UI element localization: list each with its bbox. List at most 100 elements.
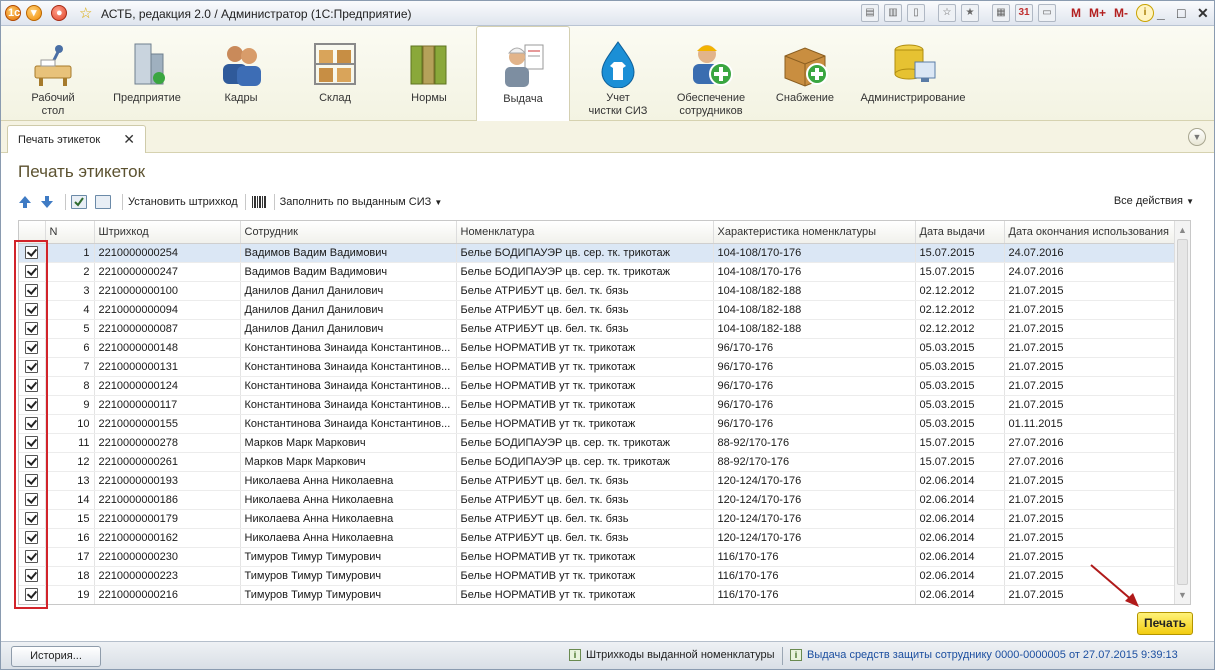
row-checkbox[interactable] [25,436,39,449]
close-window-icon[interactable]: ✕ [1197,6,1209,20]
calculator-icon[interactable]: ▦ [992,4,1010,22]
chevron-down-icon[interactable]: ▼ [1188,128,1206,146]
app-logo-icon[interactable]: 1c [5,5,21,21]
column-header-characteristic[interactable]: Характеристика номенклатуры [713,221,916,244]
table-row[interactable]: 11 2210000000278 Марков Марк Маркович Белье… [19,433,1176,453]
section-norms[interactable]: Нормы [385,26,473,121]
row-checkbox[interactable] [25,265,39,278]
column-header-barcode[interactable]: Штрихкод [94,221,241,244]
row-checkbox[interactable] [25,493,39,506]
table-row[interactable]: 7 2210000000131 Константинова Зинаида Конс… [19,357,1176,377]
check-all-button[interactable] [71,193,91,211]
section-issue[interactable]: Выдача [476,26,570,122]
print-button[interactable]: Печать [1137,612,1193,635]
table-row[interactable]: 8 2210000000124 Константинова Зинаида Конс… [19,376,1176,396]
row-checkbox[interactable] [25,341,39,354]
row-checkbox[interactable] [25,569,39,582]
section-enterprise[interactable]: Предприятие [103,26,191,121]
page-icon[interactable]: ▯ [907,4,925,22]
table-row[interactable]: 18 2210000000223 Тимуров Тимур Тимурович Бе… [19,566,1176,586]
row-checkbox[interactable] [25,284,39,297]
table-row[interactable]: 5 2210000000087 Данилов Данил Данилович Бел… [19,319,1176,339]
row-checkbox[interactable] [25,360,39,373]
close-app-icon[interactable]: ● [51,5,67,21]
section-desktop[interactable]: Рабочий стол [9,26,97,121]
row-checkbox[interactable] [25,588,39,601]
scroll-thumb[interactable] [1177,239,1188,585]
column-header-end-date[interactable]: Дата окончания использования [1004,221,1176,244]
section-provision[interactable]: Обеспечение сотрудников [667,26,755,121]
uncheck-all-button[interactable] [95,193,115,211]
row-checkbox[interactable] [25,246,39,259]
table-row[interactable]: 4 2210000000094 Данилов Данил Данилович Бел… [19,300,1176,320]
memory-m[interactable]: M [1071,4,1081,22]
favorites-star-icon[interactable]: ☆ [79,4,92,22]
section-cleaning[interactable]: Учет чистки СИЗ [574,26,662,121]
cell-characteristic: 116/170-176 [713,585,916,604]
column-header-employee[interactable]: Сотрудник [240,221,457,244]
row-checkbox[interactable] [25,531,39,544]
maximize-icon[interactable]: □ [1177,6,1185,20]
scroll-down-icon[interactable]: ▼ [1178,590,1187,600]
move-up-button[interactable] [18,193,36,211]
column-header-item[interactable]: Номенклатура [456,221,714,244]
move-down-button[interactable] [40,193,58,211]
table-row[interactable]: 9 2210000000117 Константинова Зинаида Конс… [19,395,1176,415]
section-supply[interactable]: Снабжение [761,26,849,121]
section-staff[interactable]: Кадры [197,26,285,121]
history-icon[interactable]: ★ [961,4,979,22]
column-header-issue-date[interactable]: Дата выдачи [915,221,1005,244]
fill-by-issued-button[interactable]: Заполнить по выданным СИЗ ▼ [280,193,443,211]
column-header-n[interactable]: N [45,221,95,244]
row-checkbox[interactable] [25,398,39,411]
close-tab-icon[interactable]: ✕ [123,131,135,148]
minimize-icon[interactable]: _ [1157,6,1165,20]
table-row[interactable]: 17 2210000000230 Тимуров Тимур Тимурович Бе… [19,547,1176,567]
vertical-scrollbar[interactable]: ▲ ▼ [1174,221,1190,604]
table-row[interactable]: 3 2210000000100 Данилов Данил Данилович Бел… [19,281,1176,301]
calendar-icon[interactable]: 31 [1015,4,1033,22]
table-row[interactable]: 10 2210000000155 Константинова Зинаида Кон… [19,414,1176,434]
table-row[interactable]: 1 2210000000254 Вадимов Вадим Вадимович Бел… [19,243,1176,263]
row-checkbox[interactable] [25,303,39,316]
row-checkbox[interactable] [25,474,39,487]
barcode-button[interactable] [251,193,267,211]
scroll-up-icon[interactable]: ▲ [1178,225,1187,235]
cell-issue-date: 02.06.2014 [915,585,1005,604]
section-warehouse[interactable]: Склад [291,26,379,121]
table-row[interactable]: 16 2210000000162 Николаева Анна Николаевна… [19,528,1176,548]
main-menu-icon[interactable]: ▾ [26,5,42,21]
cell-end-date: 24.07.2016 [1004,243,1176,263]
print-preview-icon[interactable]: ▥ [884,4,902,22]
status-link-barcodes[interactable]: i Штрихкоды выданной номенклатуры [569,649,775,661]
set-barcode-button[interactable]: Установить штрихкод [128,193,238,211]
table-row[interactable]: 15 2210000000179 Николаева Анна Николаевна… [19,509,1176,529]
table-row[interactable]: 19 2210000000216 Тимуров Тимур Тимурович Бе… [19,585,1176,604]
row-checkbox[interactable] [25,322,39,335]
table-row[interactable]: 2 2210000000247 Вадимов Вадим Вадимович Бел… [19,262,1176,282]
row-checkbox[interactable] [25,379,39,392]
history-button[interactable]: История... [11,646,101,667]
table-row[interactable]: 14 2210000000186 Николаева Анна Николаевна… [19,490,1176,510]
print-icon[interactable]: ▤ [861,4,879,22]
section-admin[interactable]: Администрирование [857,26,969,121]
column-header-check[interactable] [19,221,46,244]
table-row[interactable]: 13 2210000000193 Николаева Анна Николаевна… [19,471,1176,491]
add-favorite-icon[interactable]: ☆ [938,4,956,22]
memory-m-minus[interactable]: M- [1114,4,1128,22]
row-checkbox[interactable] [25,512,39,525]
cell-employee: Николаева Анна Николаевна [240,509,457,529]
desktop-icon [29,40,77,88]
table-row[interactable]: 12 2210000000261 Марков Марк Маркович Белье… [19,452,1176,472]
all-actions-button[interactable]: Все действия ▼ [1114,195,1194,207]
row-checkbox[interactable] [25,417,39,430]
row-checkbox[interactable] [25,550,39,563]
info-icon[interactable]: i [1136,4,1155,22]
row-checkbox[interactable] [25,455,39,468]
section-label: Рабочий стол [31,92,75,117]
table-row[interactable]: 6 2210000000148 Константинова Зинаида Конс… [19,338,1176,358]
memory-m-plus[interactable]: M+ [1089,4,1106,22]
clipboard-icon[interactable]: ▭ [1038,4,1056,22]
tab-print-labels[interactable]: Печать этикеток ✕ [7,125,146,154]
status-link-issue-doc[interactable]: i Выдача средств защиты сотруднику 0000-… [790,649,1178,661]
